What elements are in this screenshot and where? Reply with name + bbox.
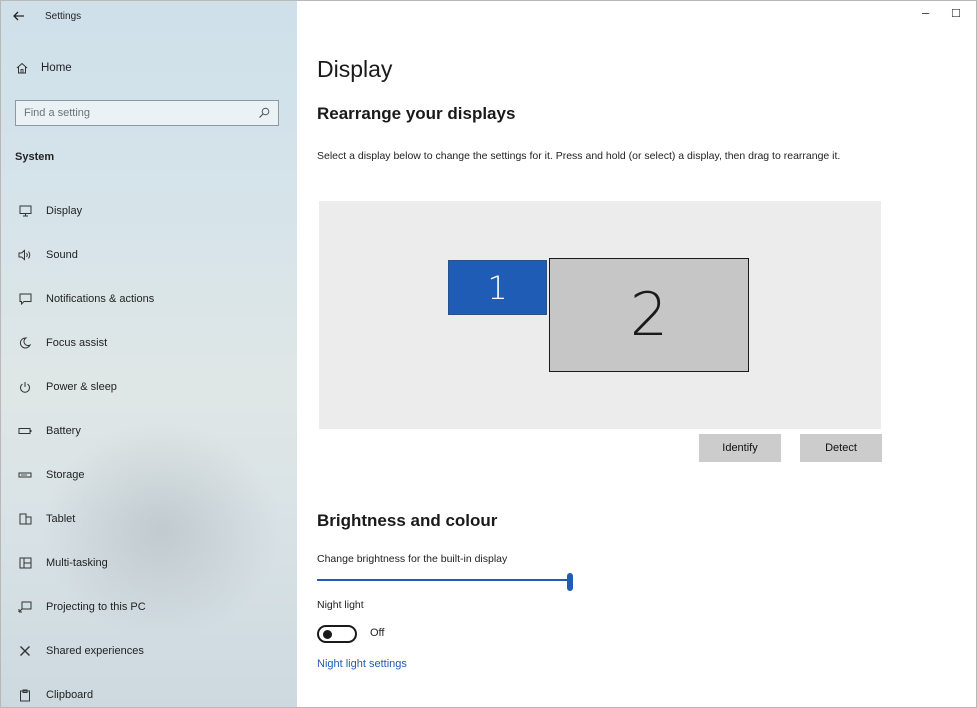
battery-icon [17, 424, 33, 438]
sidebar-item-label: Display [46, 205, 83, 217]
sidebar-item-storage[interactable]: Storage [1, 453, 297, 497]
sidebar-item-focus-assist[interactable]: Focus assist [1, 321, 297, 365]
power-icon [17, 380, 33, 394]
sidebar-item-label: Multi-tasking [46, 557, 108, 569]
maximize-button[interactable]: ☐ [951, 7, 961, 20]
detect-button[interactable]: Detect [800, 434, 882, 462]
sidebar-item-shared-experiences[interactable]: Shared experiences [1, 629, 297, 673]
arrow-left-icon [13, 11, 24, 21]
rearrange-description: Select a display below to change the set… [317, 150, 841, 162]
sidebar-item-sound[interactable]: Sound [1, 233, 297, 277]
sidebar-item-label: Notifications & actions [46, 293, 155, 305]
brightness-slider[interactable] [317, 573, 573, 591]
sidebar-nav: Display Sound Notifications & actions Fo… [1, 189, 297, 707]
sidebar-item-battery[interactable]: Battery [1, 409, 297, 453]
night-light-settings-link[interactable]: Night light settings [317, 658, 407, 670]
sidebar-item-notifications[interactable]: Notifications & actions [1, 277, 297, 321]
search-box[interactable] [15, 100, 279, 126]
window-title: Settings [45, 10, 82, 22]
sidebar-item-projecting[interactable]: Projecting to this PC [1, 585, 297, 629]
display-number: 2 [629, 280, 669, 350]
brightness-heading: Brightness and colour [317, 511, 498, 530]
display-2-tile[interactable]: 2 [549, 258, 749, 372]
slider-thumb[interactable] [567, 573, 573, 591]
sidebar-item-label: Storage [46, 469, 85, 481]
sidebar-item-label: Clipboard [46, 689, 94, 701]
storage-icon [17, 468, 33, 482]
title-bar: Settings [1, 1, 297, 31]
home-label: Home [41, 62, 72, 74]
brightness-label: Change brightness for the built-in displ… [317, 553, 508, 565]
page-title: Display [317, 56, 393, 82]
sidebar-item-label: Tablet [46, 513, 76, 525]
rearrange-heading: Rearrange your displays [317, 104, 516, 123]
clipboard-icon [17, 688, 33, 702]
sidebar-item-tablet[interactable]: Tablet [1, 497, 297, 541]
sidebar-item-multitasking[interactable]: Multi-tasking [1, 541, 297, 585]
sidebar: Settings Home System Display [1, 1, 297, 707]
notification-icon [17, 292, 33, 306]
home-nav-item[interactable]: Home [15, 61, 72, 75]
section-title-system: System [15, 151, 55, 163]
projecting-icon [17, 600, 33, 614]
sidebar-item-label: Battery [46, 425, 81, 437]
speaker-icon [17, 248, 33, 262]
moon-icon [17, 336, 33, 350]
slider-track [317, 579, 567, 581]
sidebar-item-display[interactable]: Display [1, 189, 297, 233]
settings-window: Settings Home System Display [0, 0, 977, 708]
tablet-icon [17, 512, 33, 526]
display-number: 1 [487, 268, 508, 307]
sidebar-item-power-sleep[interactable]: Power & sleep [1, 365, 297, 409]
monitor-icon [17, 204, 33, 218]
toggle-knob [323, 630, 332, 639]
display-1-tile[interactable]: 1 [448, 260, 547, 315]
identify-button[interactable]: Identify [699, 434, 781, 462]
display-arrangement-area: 1 2 [319, 201, 881, 429]
sidebar-item-label: Projecting to this PC [46, 601, 146, 613]
sidebar-item-label: Power & sleep [46, 381, 117, 393]
home-icon [16, 62, 28, 74]
sidebar-item-label: Sound [46, 249, 78, 261]
search-input[interactable] [24, 107, 244, 119]
shared-experiences-icon [17, 644, 33, 658]
content-pane: – ☐ Display Rearrange your displays Sele… [297, 1, 976, 707]
sidebar-item-label: Focus assist [46, 337, 108, 349]
night-light-toggle[interactable] [317, 625, 357, 643]
back-button[interactable] [1, 1, 37, 31]
search-icon [259, 107, 270, 118]
sidebar-item-clipboard[interactable]: Clipboard [1, 673, 297, 707]
night-light-state: Off [370, 627, 385, 639]
minimize-button[interactable]: – [922, 5, 929, 20]
sidebar-item-label: Shared experiences [46, 645, 144, 657]
night-light-label: Night light [317, 599, 364, 611]
multitasking-icon [17, 556, 33, 570]
